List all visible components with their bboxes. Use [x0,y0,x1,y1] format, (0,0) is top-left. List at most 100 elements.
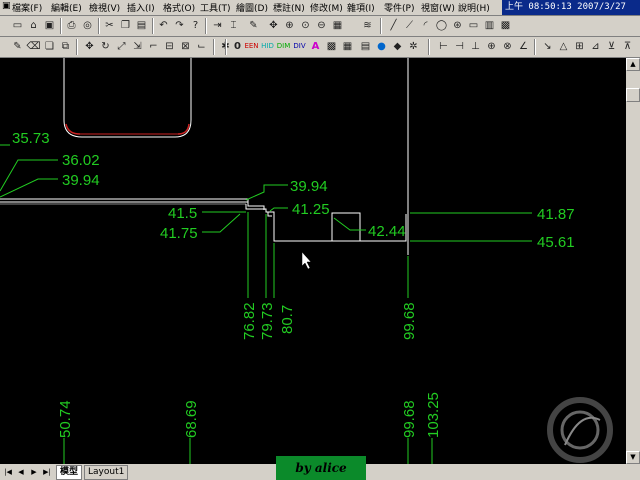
paste-icon[interactable]: ▤ [134,18,149,33]
undo-icon[interactable]: ↶ [156,18,171,33]
layer-hid-button[interactable]: HID [260,39,275,54]
stretch-icon[interactable]: ⇲ [130,39,145,54]
next-tab-icon[interactable]: ▶ [28,466,40,478]
first-tab-icon[interactable]: |◀ [2,466,14,478]
dim-aligned-icon[interactable]: ⊣ [452,39,467,54]
cut-icon[interactable]: ✂ [102,18,117,33]
last-tab-icon[interactable]: ▶| [41,466,53,478]
vertical-scrollbar[interactable]: ▲ ▼ [626,58,640,464]
rotate-icon[interactable]: ↻ [98,39,113,54]
grid-icon[interactable]: ▦ [340,39,355,54]
zoom-previous-icon[interactable]: ⊖ [314,18,329,33]
block-icon[interactable]: ▩ [498,18,513,33]
dim-ordinate-icon[interactable]: ⊥ [468,39,483,54]
tab-model[interactable]: 模型 [56,465,83,480]
dim-angular-icon[interactable]: ∠ [516,39,531,54]
menu-misc[interactable]: 雜項(I) [347,1,375,14]
arc-icon[interactable]: ◜ [418,18,433,33]
layers-icon[interactable]: ≋ [360,18,375,33]
part-fillet [65,123,190,135]
part-profile [247,199,265,210]
menu-view[interactable]: 檢視(V) [89,1,120,14]
dim-50-74: 50.74 [57,400,74,438]
scroll-up-icon[interactable]: ▲ [626,58,640,71]
properties-icon[interactable]: ▦ [330,18,345,33]
scroll-down-icon[interactable]: ▼ [626,451,640,464]
copy-object-icon[interactable]: ❏ [42,39,57,54]
linetype-icon[interactable]: ▤ [358,39,373,54]
text-style-button[interactable]: A [308,39,323,54]
menu-edit[interactable]: 編輯(E) [51,1,82,14]
app-icon[interactable]: ▣ [2,1,11,11]
color-palette-icon[interactable]: ▩ [324,39,339,54]
polyline-icon[interactable]: ⟋ [402,18,417,33]
circle-icon[interactable]: ◯ [434,18,449,33]
toolbar-separator [213,39,215,55]
settings-icon[interactable]: ✲ [406,39,421,54]
menu-window[interactable]: 視窗(W) [421,1,455,14]
menu-file[interactable]: 檔案(F) [12,1,42,14]
tolerance-icon[interactable]: △ [556,39,571,54]
layer-0-button[interactable]: 0 [230,39,245,54]
menu-draw[interactable]: 繪圖(D) [236,1,268,14]
menu-insert[interactable]: 插入(I) [127,1,155,14]
preview-icon[interactable]: ◎ [80,18,95,33]
dim-35-73: 35.73 [12,130,50,147]
center-mark-icon[interactable]: ⊞ [572,39,587,54]
leader-icon[interactable]: ↘ [540,39,555,54]
break-icon[interactable]: ⊠ [178,39,193,54]
print-icon[interactable]: ⎙ [64,18,79,33]
scale-icon[interactable]: ⤢ [114,39,129,54]
dim-41-25: 41.25 [292,201,330,218]
rectangle-icon[interactable]: ▭ [466,18,481,33]
brush-icon[interactable]: ✎ [10,39,25,54]
dim-diameter-icon[interactable]: ⊗ [500,39,515,54]
dim-style-icon[interactable]: ⊼ [620,39,635,54]
dim-update-icon[interactable]: ⊻ [604,39,619,54]
globe-icon[interactable]: ● [374,39,389,54]
mouse-cursor-icon [301,251,312,270]
prev-tab-icon[interactable]: ◀ [15,466,27,478]
layer-een-button[interactable]: EEN [244,39,259,54]
chamfer-icon[interactable]: ⌙ [194,39,209,54]
menu-help[interactable]: 說明(H) [458,1,490,14]
measure-icon[interactable]: ⇥ [210,18,225,33]
redo-icon[interactable]: ↷ [172,18,187,33]
menu-format[interactable]: 格式(O) [163,1,195,14]
dimension-tool-icon[interactable]: ⌶ [226,18,241,33]
line-icon[interactable]: ╱ [386,18,401,33]
dim-76-82: 76.82 [241,302,258,340]
zoom-window-icon[interactable]: ⊙ [298,18,313,33]
extend-icon[interactable]: ⊟ [162,39,177,54]
copy-icon[interactable]: ❐ [118,18,133,33]
trim-icon[interactable]: ⌐ [146,39,161,54]
menu-dimension[interactable]: 標註(N) [273,1,305,14]
hatch-icon[interactable]: ▥ [482,18,497,33]
toolbar-separator [152,18,154,34]
dim-radius-icon[interactable]: ⊕ [484,39,499,54]
open-icon[interactable]: ⌂ [26,18,41,33]
menu-tools[interactable]: 工具(T) [200,1,231,14]
scroll-thumb[interactable] [626,88,640,102]
move-icon[interactable]: ✥ [82,39,97,54]
target-icon[interactable]: ⊛ [450,18,465,33]
save-icon[interactable]: ▣ [42,18,57,33]
pencil-icon[interactable]: ✎ [246,18,261,33]
drawing-canvas[interactable]: 35.73 36.02 39.94 39.94 41.25 41.5 41.75… [0,58,626,464]
standard-toolbar: ▭ ⌂ ▣ ⎙ ◎ ✂ ❐ ▤ ↶ ↷ ? ⇥ ⌶ ✎ ✥ ⊕ ⊙ ⊖ ▦ ≋ … [0,16,640,37]
dim-edit-icon[interactable]: ⊿ [588,39,603,54]
layer-div-button[interactable]: DIV [292,39,307,54]
dim-linear-icon[interactable]: ⊢ [436,39,451,54]
tab-layout1[interactable]: Layout1 [84,465,129,480]
help-icon[interactable]: ? [188,18,203,33]
zoom-realtime-icon[interactable]: ⊕ [282,18,297,33]
toolbar-separator [380,18,382,34]
menu-modify[interactable]: 修改(M) [310,1,343,14]
menu-parts[interactable]: 零件(P) [384,1,414,14]
paint-icon[interactable]: ◆ [390,39,405,54]
mirror-icon[interactable]: ⧉ [58,39,73,54]
erase-icon[interactable]: ⌫ [26,39,41,54]
pan-icon[interactable]: ✥ [266,18,281,33]
new-icon[interactable]: ▭ [10,18,25,33]
layer-dim-button[interactable]: DIM [276,39,291,54]
